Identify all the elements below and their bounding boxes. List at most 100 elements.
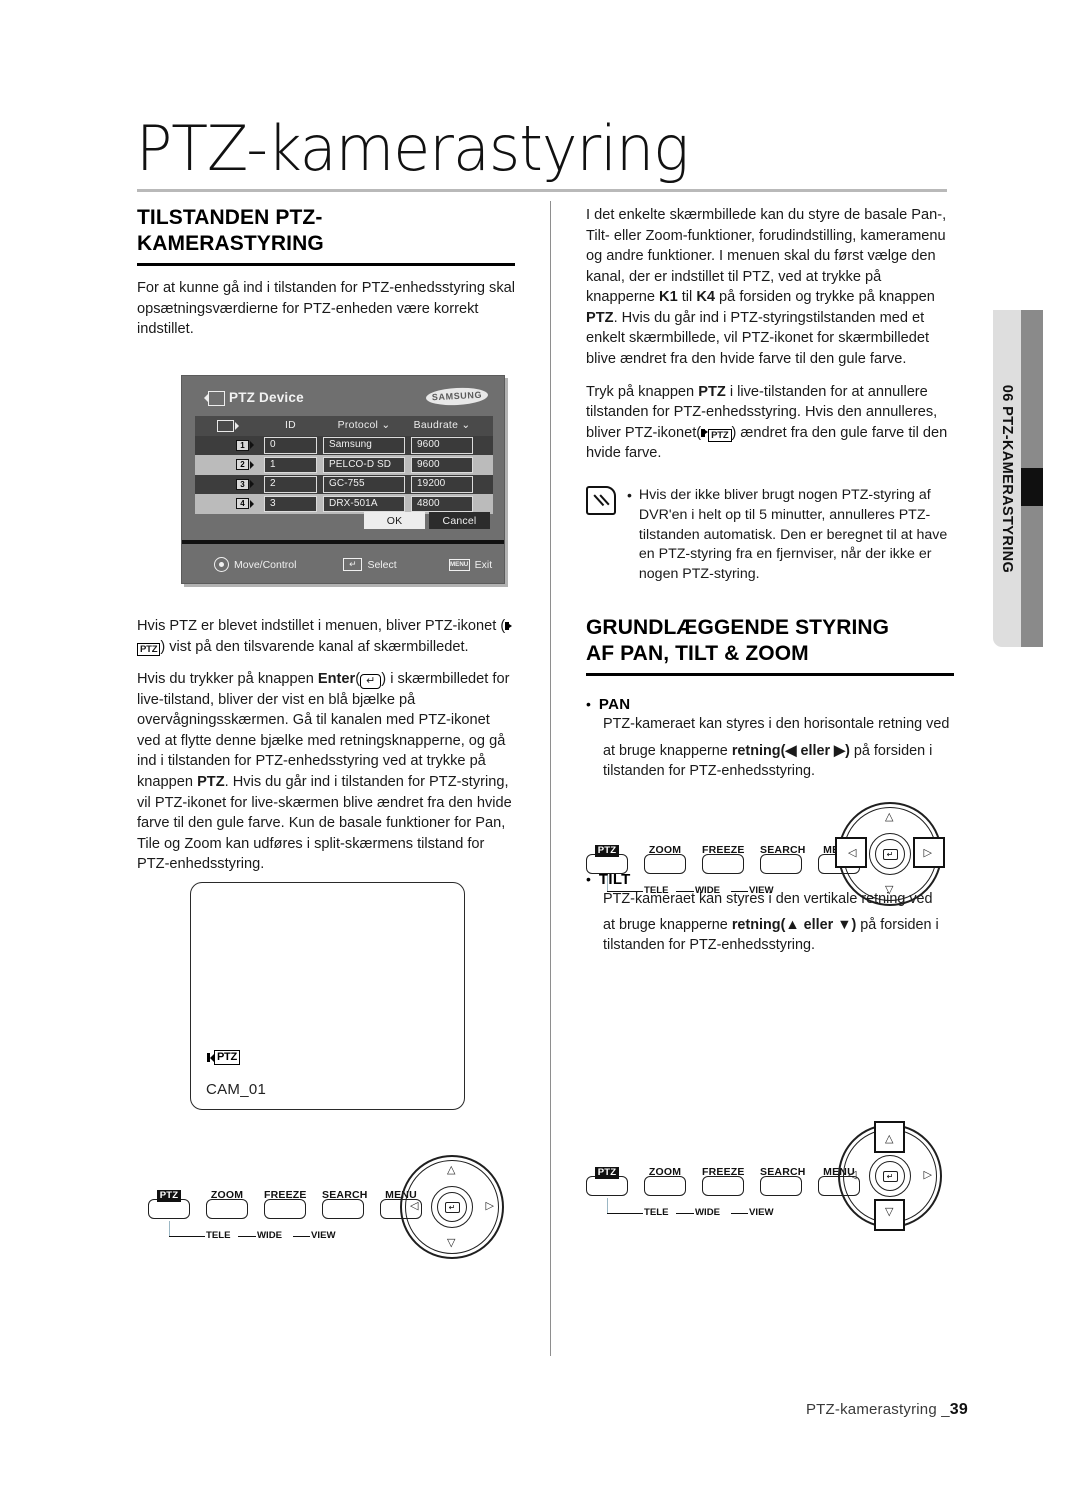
row-id-field[interactable]: 0 (264, 437, 317, 454)
note-list-item: • Hvis der ikke bliver brugt nogen PTZ-s… (627, 486, 954, 585)
panel-sub-label-wide: WIDE (695, 1207, 721, 1218)
ptz-device-table: ID Protocol ⌄ Baudrate ⌄ 1 0 Samsung 960… (195, 416, 493, 514)
panel-button-zoom[interactable]: ZOOM (206, 1185, 248, 1219)
row-baudrate-field[interactable]: 19200 (411, 476, 473, 493)
panel-key-zoom[interactable] (206, 1199, 248, 1219)
row-id-field[interactable]: 3 (264, 495, 317, 513)
chapter-side-tab: 06 PTZ-KAMERASTYRING (993, 310, 1021, 647)
panel-key-freeze[interactable] (702, 1176, 744, 1196)
dpad-enter-icon[interactable]: ↵ (882, 1170, 898, 1182)
panel-dpad-tilt[interactable]: △ ▽ ◁ ▷ ↵ (838, 1121, 942, 1231)
dpad-right-arrow-icon[interactable]: ▷ (924, 1170, 932, 1181)
dpad-down-arrow-icon[interactable]: ▽ (447, 1238, 455, 1249)
panel-button-freeze[interactable]: FREEZE (702, 1162, 744, 1196)
table-row[interactable]: 3 2 GC-755 19200 (195, 474, 493, 494)
panel-sub-label-tele: TELE (206, 1230, 231, 1241)
dpad-down-arrow-icon[interactable]: ▽ (885, 1207, 893, 1218)
footer-move-control: Move/Control (214, 557, 296, 572)
row-protocol-field[interactable]: GC-755 (323, 476, 405, 493)
ptz-device-dialog: PTZ Device SAMSUNG ID Protocol ⌄ Baudrat… (181, 375, 505, 584)
panel-label-zoom: ZOOM (210, 1189, 244, 1201)
live-screen-illustration: PTZ CAM_01 (190, 882, 465, 1110)
panel-button-search[interactable]: SEARCH (760, 840, 805, 874)
dpad-left-arrow-icon[interactable]: ◁ (848, 1170, 856, 1181)
dpad-enter-icon[interactable]: ↵ (882, 848, 898, 860)
footer-exit: MENU Exit (448, 558, 493, 571)
dpad-enter-icon[interactable]: ↵ (444, 1201, 460, 1213)
dialog-footer: Move/Control ↵ Select MENU Exit (182, 544, 504, 585)
row-camera-cell: 2 (195, 455, 261, 475)
dpad-left-arrow-icon[interactable]: ◁ (410, 1201, 418, 1212)
panel-label-freeze: FREEZE (264, 1189, 307, 1201)
table-row[interactable]: 2 1 PELCO-D SD 9600 (195, 455, 493, 475)
dpad-up-arrow-icon[interactable]: △ (885, 812, 893, 823)
page-footer: PTZ-kamerastyring _39 (806, 1401, 968, 1419)
table-row[interactable]: 4 3 DRX-501A 4800 (195, 494, 493, 514)
left-column-lower: Hvis PTZ er blevet indstillet i menuen, … (137, 616, 515, 875)
document-page: PTZ-kamerastyring TILSTANDEN PTZ- KAMERA… (0, 0, 1080, 1488)
dpad-up-arrow-icon[interactable]: △ (885, 1134, 893, 1145)
panel-button-ptz[interactable]: PTZ (586, 1162, 628, 1196)
monitor-ptz-indicator: PTZ (207, 1050, 240, 1065)
panel-dpad-left[interactable]: △ ▽ ◁ ▷ ↵ (400, 1155, 504, 1259)
dpad-left-arrow-icon[interactable]: ◁ (848, 848, 856, 859)
panel-key-search[interactable] (760, 854, 802, 874)
panel-button-row: PTZ ZOOM FREEZE SEARCH MENU (586, 1162, 860, 1196)
note-pencil-icon (586, 485, 616, 515)
panel-key-search[interactable] (760, 1176, 802, 1196)
column-divider (550, 201, 551, 1356)
row-id-field[interactable]: 1 (264, 456, 317, 474)
pan-bullet: • (586, 696, 591, 713)
row-protocol-field[interactable]: Samsung (323, 437, 405, 454)
panel-key-zoom[interactable] (644, 854, 686, 874)
camera-number: 3 (236, 478, 249, 490)
row-id-field[interactable]: 2 (264, 476, 317, 493)
dialog-title: PTZ Device (229, 390, 304, 405)
table-row[interactable]: 1 0 Samsung 9600 (195, 435, 493, 455)
cancel-button[interactable]: Cancel (429, 512, 490, 529)
row-camera-cell: 4 (195, 494, 261, 514)
dpad-down-arrow-icon[interactable]: ▽ (885, 885, 893, 896)
panel-key-search[interactable] (322, 1199, 364, 1219)
dpad-right-arrow-icon[interactable]: ▷ (924, 848, 932, 859)
panel-button-ptz[interactable]: PTZ (148, 1185, 190, 1219)
panel-dpad-pan[interactable]: △ ▽ ◁ ▷ ↵ (835, 802, 945, 906)
panel-key-zoom[interactable] (644, 1176, 686, 1196)
row-protocol-field[interactable]: PELCO-D SD (323, 456, 405, 474)
ptz-chip: PTZ (137, 642, 161, 656)
menu-key-icon: MENU (448, 558, 470, 571)
panel-label-search: SEARCH (760, 844, 806, 856)
dpad-up-arrow-icon[interactable]: △ (447, 1165, 455, 1176)
header-cell-baudrate[interactable]: Baudrate ⌄ (408, 416, 476, 436)
panel-button-search[interactable]: SEARCH (322, 1185, 367, 1219)
enter-key-icon: ↵ (343, 558, 363, 571)
ok-button[interactable]: OK (364, 512, 425, 529)
dpad-right-arrow-icon[interactable]: ▷ (486, 1201, 494, 1212)
left-column: TILSTANDEN PTZ- KAMERASTYRING For at kun… (137, 205, 515, 340)
panel-key-ptz[interactable] (148, 1199, 190, 1219)
panel-button-freeze[interactable]: FREEZE (702, 840, 744, 874)
page-title: PTZ-kamerastyring (136, 112, 689, 185)
row-baudrate-field[interactable]: 9600 (411, 456, 473, 474)
row-baudrate-field[interactable]: 9600 (411, 437, 473, 454)
panel-key-ptz[interactable] (586, 1176, 628, 1196)
header-cell-protocol[interactable]: Protocol ⌄ (320, 416, 408, 436)
panel-sub-label-view: VIEW (749, 1207, 774, 1218)
panel-button-zoom[interactable]: ZOOM (644, 1162, 686, 1196)
title-rule (137, 189, 947, 192)
panel-button-zoom[interactable]: ZOOM (644, 840, 686, 874)
header-cell-camera (195, 416, 261, 436)
front-panel-illustration-left: PTZ ZOOM FREEZE SEARCH MENU TELE WIDE VI… (148, 1155, 528, 1265)
panel-key-freeze[interactable] (264, 1199, 306, 1219)
panel-button-freeze[interactable]: FREEZE (264, 1185, 306, 1219)
panel-button-search[interactable]: SEARCH (760, 1162, 805, 1196)
panel-key-freeze[interactable] (702, 854, 744, 874)
panel-button-ptz[interactable]: PTZ (586, 840, 628, 874)
row-baudrate-field[interactable]: 4800 (411, 495, 473, 513)
row-protocol-field[interactable]: DRX-501A (323, 495, 405, 513)
panel-label-freeze: FREEZE (702, 844, 745, 856)
panel-key-ptz[interactable] (586, 854, 628, 874)
panel-button-row: PTZ ZOOM FREEZE SEARCH MENU (148, 1185, 422, 1219)
section-rule (137, 263, 515, 267)
pan-heading-row: • PAN (586, 696, 954, 713)
